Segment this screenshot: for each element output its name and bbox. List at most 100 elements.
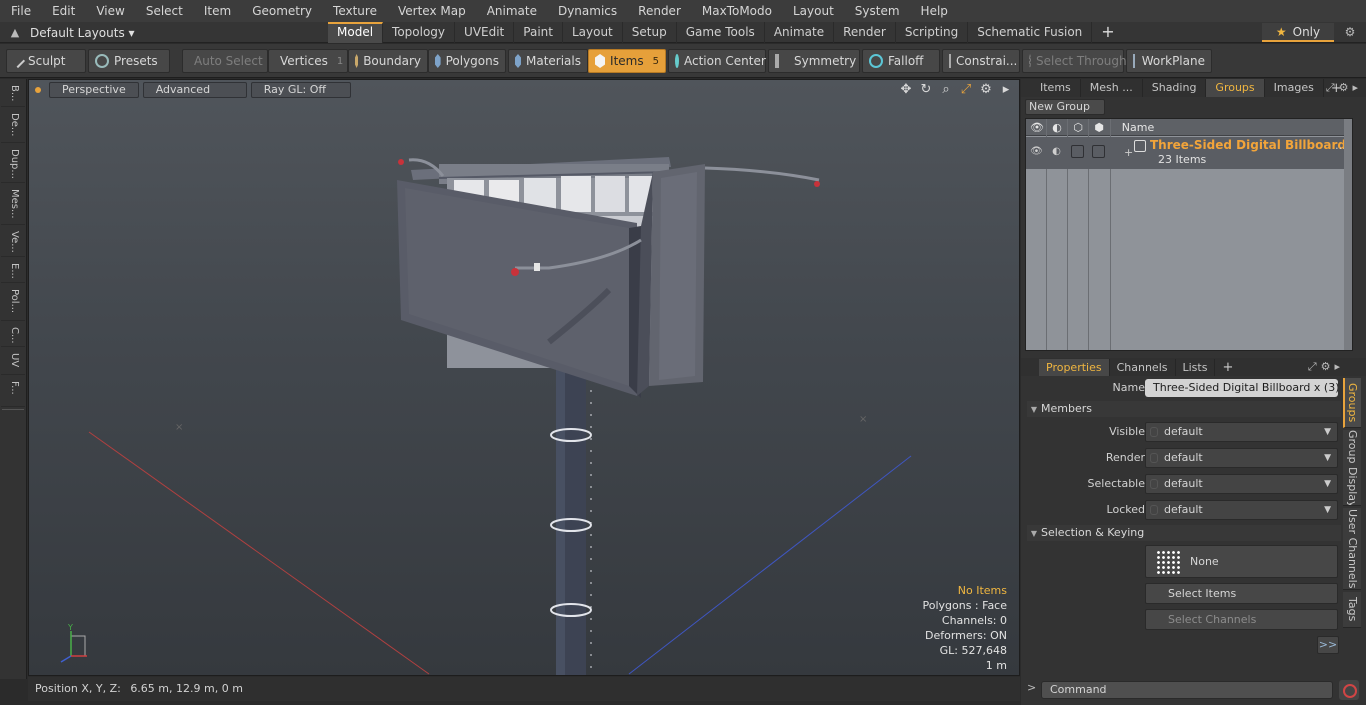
select-channels-button[interactable]: Select Channels xyxy=(1145,609,1338,630)
left-tab-curve[interactable]: C... xyxy=(1,323,25,347)
select-items-button[interactable]: Select Items xyxy=(1145,583,1338,604)
add-tab-icon[interactable]: + xyxy=(1092,22,1123,43)
menu-item[interactable]: Item xyxy=(193,0,241,22)
left-tab-uv[interactable]: UV xyxy=(1,349,25,375)
tab-lists[interactable]: Lists xyxy=(1176,358,1216,376)
render-select[interactable]: default ▼ xyxy=(1145,448,1338,468)
select-column-icon[interactable]: ⬢ xyxy=(1090,119,1108,136)
tab-topology[interactable]: Topology xyxy=(383,22,456,43)
menu-view[interactable]: View xyxy=(85,0,134,22)
polygons-button[interactable]: Polygons xyxy=(428,49,506,73)
row-select-checkbox[interactable] xyxy=(1092,145,1105,158)
side-tab-groups[interactable]: Groups xyxy=(1343,378,1361,428)
record-icon[interactable] xyxy=(1339,680,1359,700)
tab-render[interactable]: Render xyxy=(834,22,896,43)
side-tab-tags[interactable]: Tags xyxy=(1343,592,1361,628)
menu-dynamics[interactable]: Dynamics xyxy=(547,0,627,22)
left-tab-edge[interactable]: E... xyxy=(1,259,25,283)
side-tab-group-display[interactable]: Group Display xyxy=(1343,430,1361,506)
left-tab-fusion[interactable]: F... xyxy=(1,377,25,407)
select-through-button[interactable]: Select Through xyxy=(1022,49,1127,73)
tab-shading[interactable]: Shading xyxy=(1143,79,1207,97)
tab-items[interactable]: Items xyxy=(1031,79,1081,97)
group-name-field[interactable]: Three-Sided Digital Billboard x (3) xyxy=(1145,379,1338,397)
locked-select[interactable]: default ▼ xyxy=(1145,500,1338,520)
menu-edit[interactable]: Edit xyxy=(41,0,85,22)
view-mode-button[interactable]: Perspective xyxy=(49,82,139,98)
group-list-scrollbar[interactable] xyxy=(1344,119,1352,350)
viewport-menu-dot-icon[interactable] xyxy=(35,87,41,93)
items-button[interactable]: Items 5 xyxy=(588,49,666,73)
viewport-expand-icon[interactable]: ▸ xyxy=(999,82,1013,98)
boundary-button[interactable]: Boundary xyxy=(348,49,428,73)
row-visible-icon[interactable]: 👁 xyxy=(1030,145,1043,158)
tab-mesh[interactable]: Mesh ... xyxy=(1081,79,1143,97)
side-tab-user-channels[interactable]: User Channels xyxy=(1343,508,1361,590)
row-lock-checkbox[interactable] xyxy=(1071,145,1084,158)
selectable-select[interactable]: default ▼ xyxy=(1145,474,1338,494)
tab-groups[interactable]: Groups xyxy=(1206,79,1265,97)
tab-schematic-fusion[interactable]: Schematic Fusion xyxy=(968,22,1093,43)
group-row[interactable]: 👁 ◐ + Three-Sided Digital Billboard x ( … xyxy=(1026,137,1352,169)
menu-vertex-map[interactable]: Vertex Map xyxy=(387,0,476,22)
expand-icon[interactable]: + xyxy=(1124,146,1133,159)
command-input[interactable]: Command xyxy=(1041,681,1333,699)
left-tab-basic[interactable]: B... xyxy=(1,81,25,107)
selection-keying-section[interactable]: ▼ Selection & Keying xyxy=(1027,525,1341,541)
menu-texture[interactable]: Texture xyxy=(322,0,387,22)
tab-paint[interactable]: Paint xyxy=(514,22,563,43)
new-group-button[interactable]: New Group xyxy=(1025,99,1105,115)
shading-mode-button[interactable]: Advanced xyxy=(142,82,247,98)
menu-maxtomodo[interactable]: MaxToModo xyxy=(691,0,782,22)
materials-button[interactable]: Materials xyxy=(508,49,588,73)
menu-animate[interactable]: Animate xyxy=(476,0,547,22)
command-caret-icon[interactable]: > xyxy=(1027,681,1036,694)
only-button[interactable]: ★ Only xyxy=(1262,23,1334,42)
viewport-gear-icon[interactable]: ⚙ xyxy=(979,82,993,98)
visible-select[interactable]: default ▼ xyxy=(1145,422,1338,442)
menu-system[interactable]: System xyxy=(844,0,910,22)
rotate-icon[interactable]: ↻ xyxy=(919,82,933,98)
props-controls-icons[interactable]: ⤢⚙▸ xyxy=(1308,358,1344,376)
falloff-button[interactable]: Falloff xyxy=(862,49,940,73)
tab-images[interactable]: Images xyxy=(1265,79,1324,97)
auto-select-button[interactable]: Auto Select xyxy=(182,49,268,73)
panel-controls-icons[interactable]: ⤢⚙▸ xyxy=(1326,79,1362,97)
lock-column-icon[interactable]: ⬡ xyxy=(1069,119,1087,136)
symmetry-button[interactable]: Symmetry xyxy=(768,49,860,73)
tab-layout[interactable]: Layout xyxy=(563,22,623,43)
workplane-button[interactable]: WorkPlane xyxy=(1126,49,1212,73)
tab-uvedit[interactable]: UVEdit xyxy=(455,22,515,43)
vertices-button[interactable]: Vertices 1 xyxy=(268,49,348,73)
left-tab-vertex[interactable]: Ve... xyxy=(1,227,25,257)
render-toggle-icon[interactable]: ◐ xyxy=(1048,119,1066,136)
pin-icon[interactable]: ▲ xyxy=(0,26,30,39)
more-button[interactable]: >> xyxy=(1317,636,1339,654)
menu-layout[interactable]: Layout xyxy=(782,0,844,22)
sculpt-button[interactable]: Sculpt xyxy=(6,49,86,73)
action-center-button[interactable]: Action Center xyxy=(668,49,766,73)
menu-render[interactable]: Render xyxy=(627,0,691,22)
menu-select[interactable]: Select xyxy=(135,0,193,22)
maximize-icon[interactable]: ⤢ xyxy=(959,82,973,98)
menu-geometry[interactable]: Geometry xyxy=(241,0,322,22)
presets-button[interactable]: Presets xyxy=(88,49,170,73)
tab-scripting[interactable]: Scripting xyxy=(896,22,969,43)
left-tab-polygon[interactable]: Pol... xyxy=(1,285,25,321)
members-section[interactable]: ▼ Members xyxy=(1027,401,1341,417)
left-tab-mesh[interactable]: Mes... xyxy=(1,185,25,225)
menu-file[interactable]: File xyxy=(0,0,41,22)
raygl-button[interactable]: Ray GL: Off xyxy=(250,82,351,98)
tab-animate[interactable]: Animate xyxy=(765,22,835,43)
group-list[interactable]: 👁 ◐ ⬡ ⬢ Name 👁 ◐ + Three-Sided Digital B… xyxy=(1025,118,1353,351)
menu-help[interactable]: Help xyxy=(910,0,958,22)
row-render-icon[interactable]: ◐ xyxy=(1050,145,1063,158)
constraints-button[interactable]: Constrai... xyxy=(942,49,1020,73)
tab-channels[interactable]: Channels xyxy=(1110,358,1176,376)
keying-none-button[interactable]: None xyxy=(1145,545,1338,578)
3d-viewport[interactable]: × × Y Perspective Advanced Ray GL: Off ✥… xyxy=(28,79,1020,676)
pan-icon[interactable]: ✥ xyxy=(899,82,913,98)
zoom-icon[interactable]: ⌕ xyxy=(939,82,953,98)
add-props-tab-icon[interactable]: + xyxy=(1215,360,1240,375)
left-tab-duplicate[interactable]: Dup... xyxy=(1,145,25,183)
